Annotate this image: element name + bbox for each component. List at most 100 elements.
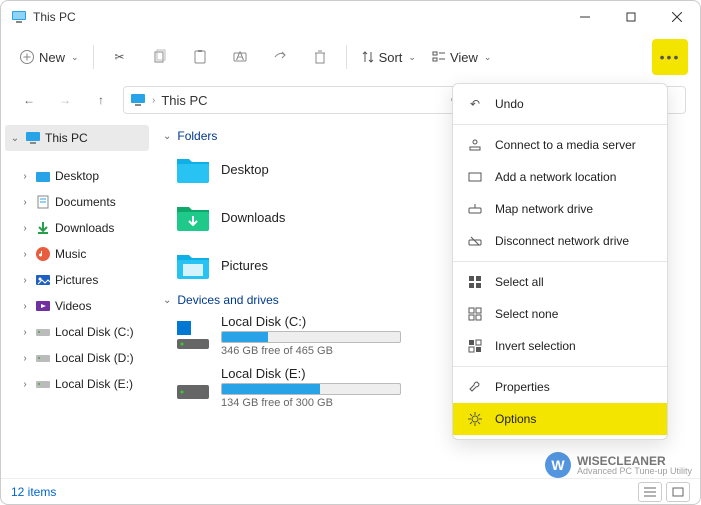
paste-button[interactable] xyxy=(182,39,218,75)
breadcrumb[interactable]: › This PC ⟳ xyxy=(123,86,468,114)
drive-label: Local Disk (E:) xyxy=(221,366,401,381)
document-icon xyxy=(35,194,51,210)
menu-item-label: Options xyxy=(495,412,536,426)
music-icon xyxy=(35,246,51,262)
sidebar-item-pictures[interactable]: ›Pictures xyxy=(5,267,149,293)
expand-icon[interactable]: › xyxy=(19,171,31,182)
breadcrumb-segment[interactable]: This PC xyxy=(161,93,207,108)
sidebar-item-label: This PC xyxy=(45,131,88,145)
up-button[interactable]: ↑ xyxy=(87,86,115,114)
select-all-icon xyxy=(467,274,483,290)
forward-button[interactable]: → xyxy=(51,86,79,114)
back-button[interactable]: ← xyxy=(15,86,43,114)
menu-properties[interactable]: Properties xyxy=(453,371,667,403)
group-label: Folders xyxy=(177,129,217,143)
sidebar-item-music[interactable]: › Music xyxy=(5,241,149,267)
menu-item-label: Map network drive xyxy=(495,202,593,216)
wisecleaner-logo-icon: W xyxy=(545,452,571,478)
sidebar-item-disk-e[interactable]: › Local Disk (E:) xyxy=(5,371,149,397)
sidebar-item-label: Music xyxy=(55,247,86,261)
gear-icon xyxy=(467,411,483,427)
sidebar-item-disk-d[interactable]: ›Local Disk (D:) xyxy=(5,345,149,371)
share-button[interactable] xyxy=(262,39,298,75)
close-button[interactable] xyxy=(654,1,700,33)
menu-select-none[interactable]: Select none xyxy=(453,298,667,330)
expand-icon[interactable]: › xyxy=(19,379,31,390)
menu-map-drive[interactable]: Map network drive xyxy=(453,193,667,225)
new-button[interactable]: New ⌄ xyxy=(13,39,85,75)
sort-icon xyxy=(361,50,375,64)
menu-invert-selection[interactable]: Invert selection xyxy=(453,330,667,362)
sort-button[interactable]: Sort ⌄ xyxy=(355,39,422,75)
menu-item-label: Undo xyxy=(495,97,524,111)
network-location-icon xyxy=(467,169,483,185)
menu-item-label: Connect to a media server xyxy=(495,138,636,152)
delete-button[interactable] xyxy=(302,39,338,75)
expand-icon[interactable]: › xyxy=(19,301,31,312)
group-label: Devices and drives xyxy=(177,293,278,307)
watermark: W WISECLEANER Advanced PC Tune-up Utilit… xyxy=(545,452,692,478)
view-button[interactable]: View ⌄ xyxy=(426,39,498,75)
sidebar-item-disk-c[interactable]: ›Local Disk (C:) xyxy=(5,319,149,345)
disconnect-drive-icon xyxy=(467,233,483,249)
chevron-down-icon: ⌄ xyxy=(484,52,492,63)
rename-icon: A xyxy=(232,49,248,65)
statusbar: 12 items xyxy=(1,478,700,504)
cut-button[interactable]: ✂ xyxy=(102,39,138,75)
more-menu: ↶ Undo Connect to a media server Add a n… xyxy=(452,83,668,440)
chevron-right-icon: › xyxy=(152,95,155,106)
expand-icon[interactable]: › xyxy=(19,353,31,364)
videos-icon xyxy=(35,298,51,314)
undo-icon: ↶ xyxy=(467,96,483,112)
minimize-button[interactable] xyxy=(562,1,608,33)
expand-icon[interactable]: › xyxy=(19,197,31,208)
watermark-brand: WISECLEANER xyxy=(577,455,692,467)
wrench-icon xyxy=(467,379,483,395)
trash-icon xyxy=(312,49,328,65)
menu-add-netloc[interactable]: Add a network location xyxy=(453,161,667,193)
large-icons-view-button[interactable] xyxy=(666,482,690,502)
copy-icon xyxy=(152,49,168,65)
toolbar: New ⌄ ✂ A Sort ⌄ View ⌄ ••• xyxy=(1,33,700,81)
expand-icon[interactable]: › xyxy=(19,223,31,234)
sidebar-item-label: Local Disk (E:) xyxy=(55,377,133,391)
folder-icon xyxy=(35,168,51,184)
collapse-icon[interactable]: ⌄ xyxy=(9,133,21,144)
sidebar-item-label: Downloads xyxy=(55,221,114,235)
folder-label: Downloads xyxy=(221,210,285,225)
expand-icon[interactable]: › xyxy=(19,249,31,260)
clipboard-icon xyxy=(192,49,208,65)
invert-selection-icon xyxy=(467,338,483,354)
sidebar-item-this-pc[interactable]: ⌄ This PC xyxy=(5,125,149,151)
sidebar-item-downloads[interactable]: › Downloads xyxy=(5,215,149,241)
menu-undo[interactable]: ↶ Undo xyxy=(453,88,667,120)
copy-button[interactable] xyxy=(142,39,178,75)
more-button[interactable]: ••• xyxy=(652,39,688,75)
drive-label: Local Disk (C:) xyxy=(221,314,401,329)
expand-icon[interactable]: › xyxy=(19,275,31,286)
watermark-tagline: Advanced PC Tune-up Utility xyxy=(577,467,692,476)
this-pc-icon xyxy=(25,130,41,146)
sidebar-item-documents[interactable]: ›Documents xyxy=(5,189,149,215)
sidebar-item-desktop[interactable]: ›Desktop xyxy=(5,163,149,189)
rename-button[interactable]: A xyxy=(222,39,258,75)
sidebar-item-videos[interactable]: › Videos xyxy=(5,293,149,319)
menu-item-label: Add a network location xyxy=(495,170,616,184)
share-icon xyxy=(272,49,288,65)
menu-media-server[interactable]: Connect to a media server xyxy=(453,129,667,161)
window-title: This PC xyxy=(33,10,562,24)
expand-icon[interactable]: › xyxy=(19,327,31,338)
menu-item-label: Invert selection xyxy=(495,339,576,353)
disk-icon xyxy=(35,376,51,392)
details-view-button[interactable] xyxy=(638,482,662,502)
chevron-down-icon: ⌄ xyxy=(408,52,416,63)
drive-usage-bar xyxy=(221,331,401,343)
menu-select-all[interactable]: Select all xyxy=(453,266,667,298)
sidebar-item-label: Videos xyxy=(55,299,91,313)
this-pc-icon xyxy=(130,93,146,107)
new-label: New xyxy=(39,50,65,65)
menu-options[interactable]: Options xyxy=(453,403,667,435)
select-none-icon xyxy=(467,306,483,322)
maximize-button[interactable] xyxy=(608,1,654,33)
menu-disconnect-drive[interactable]: Disconnect network drive xyxy=(453,225,667,257)
